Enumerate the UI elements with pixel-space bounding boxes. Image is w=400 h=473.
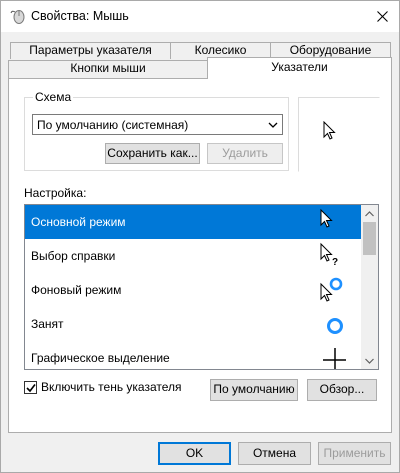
scheme-select[interactable]: По умолчанию (системная) — [32, 114, 283, 135]
list-scrollbar[interactable] — [361, 205, 378, 369]
arrow-cursor-icon — [323, 121, 336, 140]
chevron-up-icon — [365, 210, 374, 216]
use-default-button[interactable]: По умолчанию — [210, 379, 298, 401]
pointers-tab-panel: Схема По умолчанию (системная) Сохранить… — [8, 78, 392, 433]
scheme-group: Схема По умолчанию (системная) Сохранить… — [24, 90, 289, 171]
scheme-legend: Схема — [33, 90, 74, 104]
list-item[interactable]: Занят — [25, 307, 362, 341]
cursor-list[interactable]: Основной режим Выбор справки ? Фоновый р… — [24, 204, 379, 370]
tab-buttons[interactable]: Кнопки мыши — [8, 60, 208, 78]
scheme-selected-value: По умолчанию (системная) — [37, 118, 189, 132]
browse-button[interactable]: Обзор... — [307, 379, 377, 401]
mouse-app-icon — [10, 8, 26, 24]
svg-text:?: ? — [332, 257, 338, 268]
list-item[interactable]: Выбор справки ? — [25, 239, 362, 273]
list-item[interactable]: Графическое выделение — [25, 341, 362, 369]
apply-button[interactable]: Применить — [318, 442, 391, 465]
working-in-background-cursor-icon — [320, 277, 343, 302]
list-item-label: Основной режим — [31, 215, 126, 229]
chevron-down-icon — [365, 358, 374, 364]
busy-cursor-icon — [327, 318, 343, 334]
pointer-shadow-checkbox[interactable] — [24, 381, 37, 394]
help-cursor-icon: ? — [320, 242, 338, 268]
cursor-preview — [298, 97, 380, 172]
checkmark-icon — [26, 384, 36, 393]
ok-button[interactable]: OK — [158, 442, 231, 465]
list-item[interactable]: Основной режим — [25, 205, 362, 239]
customize-label: Настройка: — [24, 186, 87, 200]
list-item-label: Графическое выделение — [31, 351, 170, 365]
close-button[interactable] — [365, 1, 399, 31]
list-item-label: Фоновый режим — [31, 283, 122, 297]
tab-label: Кнопки мыши — [70, 61, 146, 75]
tab-pointer-options[interactable]: Параметры указателя — [10, 42, 171, 59]
list-item[interactable]: Фоновый режим — [25, 273, 362, 307]
tab-label: Колесико — [194, 43, 247, 57]
pointer-shadow-label: Включить тень указателя — [41, 380, 182, 394]
cancel-button[interactable]: Отмена — [238, 442, 311, 465]
tab-label: Оборудование — [289, 43, 372, 57]
tab-label: Указатели — [271, 60, 328, 74]
scroll-down-button[interactable] — [361, 352, 378, 369]
arrow-cursor-icon — [320, 208, 333, 228]
title-bar[interactable]: Свойства: Мышь — [1, 1, 399, 32]
tab-pointers[interactable]: Указатели — [207, 57, 392, 79]
precision-select-cursor-icon — [323, 348, 346, 369]
list-item-label: Занят — [31, 317, 64, 331]
close-icon — [376, 10, 388, 22]
scroll-thumb[interactable] — [363, 222, 376, 255]
list-item-label: Выбор справки — [31, 249, 116, 263]
scroll-up-button[interactable] — [361, 205, 378, 222]
window-title: Свойства: Мышь — [31, 9, 129, 23]
tab-label: Параметры указателя — [29, 43, 152, 57]
save-as-button[interactable]: Сохранить как... — [105, 143, 200, 164]
mouse-properties-dialog: Свойства: Мышь Параметры указателя Колес… — [0, 0, 400, 473]
delete-scheme-button[interactable]: Удалить — [207, 143, 283, 164]
chevron-down-icon — [268, 122, 278, 128]
